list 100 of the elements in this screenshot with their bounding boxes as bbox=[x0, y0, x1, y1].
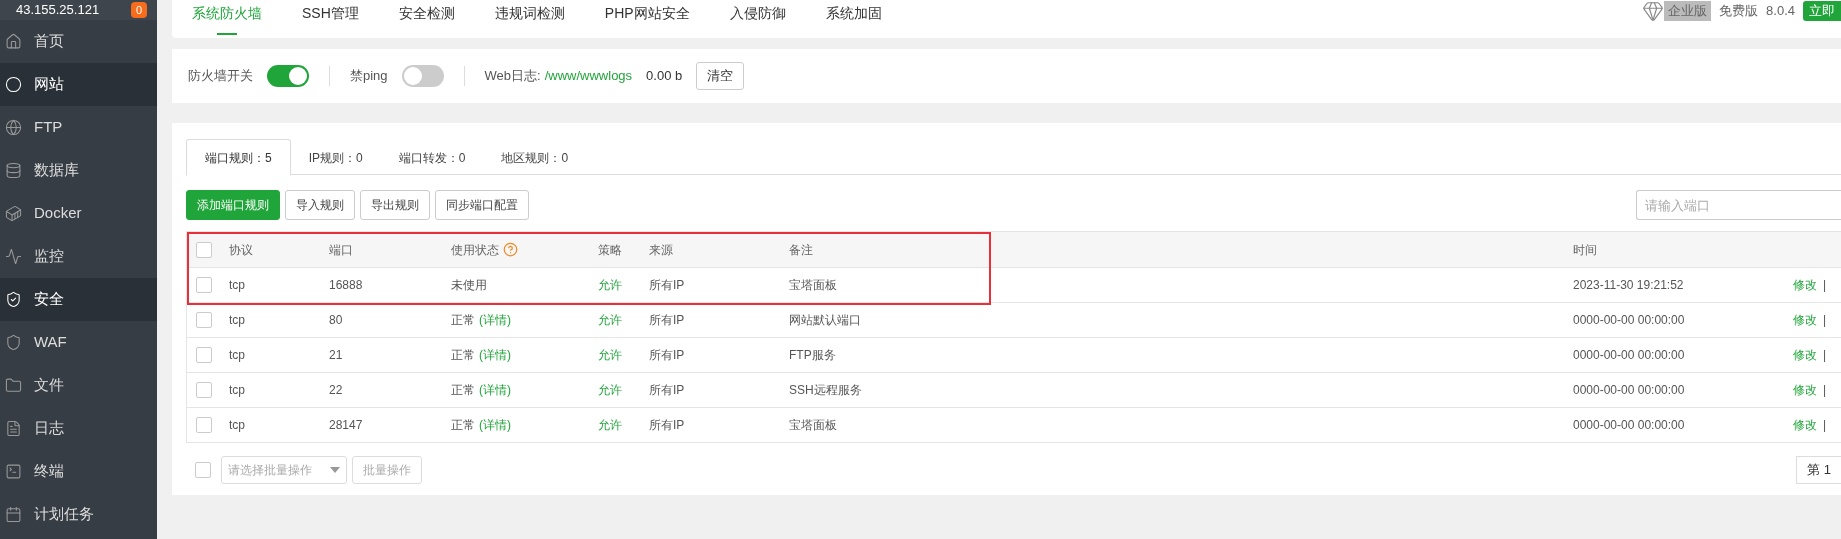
table-cell-text: 0000-00-00 00:00:00 bbox=[1573, 312, 1685, 329]
checkbox[interactable] bbox=[196, 417, 212, 433]
separator: | bbox=[1823, 382, 1827, 399]
activity-icon bbox=[5, 248, 22, 265]
table-cell-text: 未使用 bbox=[451, 277, 487, 294]
server-address: 43.155.25.121 bbox=[16, 1, 100, 20]
action-button[interactable]: 同步端口配置 bbox=[435, 190, 529, 220]
table-cell-text: 允许 bbox=[598, 312, 622, 329]
checkbox[interactable] bbox=[196, 347, 212, 363]
table-cell-text: 正常 bbox=[451, 312, 475, 329]
table-cell-text: 所有IP bbox=[649, 347, 685, 364]
table-cell-text: 允许 bbox=[598, 277, 622, 294]
table-cell-text: 允许 bbox=[598, 347, 622, 364]
sidebar-item[interactable]: 日志 bbox=[0, 407, 157, 450]
globe-icon bbox=[5, 119, 22, 136]
column-header: 时间 bbox=[1573, 241, 1597, 259]
table-cell-text: tcp bbox=[229, 312, 245, 329]
action-button[interactable]: 导出规则 bbox=[360, 190, 430, 220]
column-header: 备注 bbox=[789, 241, 813, 259]
table-cell-text: 正常 bbox=[451, 347, 475, 364]
top-tab[interactable]: 系统加固 bbox=[825, 0, 882, 38]
table-cell-text: 正常 bbox=[451, 417, 475, 434]
column-header: 来源 bbox=[649, 241, 673, 259]
notification-badge: 0 bbox=[130, 2, 147, 18]
document-icon bbox=[5, 420, 22, 437]
column-header: 端口 bbox=[329, 241, 353, 259]
terminal-icon bbox=[5, 463, 22, 480]
table-cell-text: 所有IP bbox=[649, 417, 685, 434]
web-log-size: 0.00 b bbox=[646, 67, 683, 86]
column-header: 协议 bbox=[229, 241, 253, 259]
table-cell-text: tcp bbox=[229, 347, 245, 364]
table-cell-text: SSH远程服务 bbox=[789, 382, 862, 399]
checkbox[interactable] bbox=[196, 277, 212, 293]
table-cell-text: 允许 bbox=[598, 382, 622, 399]
table-cell-text: 宝塔面板 bbox=[789, 277, 837, 294]
table-cell-text: 0000-00-00 00:00:00 bbox=[1573, 382, 1685, 399]
separator: | bbox=[1823, 347, 1827, 364]
home-icon bbox=[5, 33, 22, 50]
top-tab[interactable]: 入侵防御 bbox=[729, 0, 786, 38]
table-cell-text: 28147 bbox=[329, 417, 363, 434]
sidebar-item[interactable]: 数据库 bbox=[0, 149, 157, 192]
table-cell-text: 22 bbox=[329, 382, 343, 399]
sidebar-item[interactable]: 监控 bbox=[0, 235, 157, 278]
pagination-page[interactable]: 第 1 bbox=[1796, 456, 1841, 484]
rule-tab[interactable]: IP规则：0 bbox=[290, 139, 381, 176]
top-tab[interactable]: 安全检测 bbox=[398, 0, 455, 38]
checkbox[interactable] bbox=[195, 462, 211, 478]
table-cell-text: 网站默认端口 bbox=[789, 312, 861, 329]
calendar-icon bbox=[5, 506, 22, 523]
folder-icon bbox=[5, 377, 22, 394]
table-cell-text: 所有IP bbox=[649, 382, 685, 399]
rule-tab[interactable]: 端口转发：0 bbox=[380, 139, 484, 176]
toggle-switch[interactable] bbox=[401, 65, 444, 87]
table-cell-text: 宝塔面板 bbox=[789, 417, 837, 434]
checkbox[interactable] bbox=[196, 382, 212, 398]
checkbox[interactable] bbox=[196, 241, 212, 258]
database-icon bbox=[5, 162, 22, 179]
action-button[interactable]: 导入规则 bbox=[285, 190, 355, 220]
checkbox[interactable] bbox=[196, 312, 212, 328]
shield-check-icon bbox=[5, 291, 22, 308]
table-cell-text: 16888 bbox=[329, 277, 363, 294]
sidebar-item[interactable]: WAF bbox=[0, 321, 157, 364]
container-icon bbox=[5, 205, 22, 222]
sidebar-item[interactable]: FTP bbox=[0, 106, 157, 149]
sidebar-item[interactable]: 计划任务 bbox=[0, 493, 157, 536]
free-edition-label: 免费版 bbox=[1719, 2, 1759, 21]
column-header: 策略 bbox=[598, 241, 622, 259]
rule-tab[interactable]: 端口规则：5 bbox=[186, 139, 291, 176]
separator: | bbox=[1823, 277, 1827, 294]
sidebar-item[interactable]: 文件 bbox=[0, 364, 157, 407]
sidebar-item[interactable]: Docker bbox=[0, 192, 157, 235]
web-log-label: Web日志: bbox=[484, 67, 541, 86]
table-cell-text: tcp bbox=[229, 417, 245, 434]
table-cell-text: 2023-11-30 19:21:52 bbox=[1573, 277, 1684, 294]
table-cell-text: 0000-00-00 00:00:00 bbox=[1573, 347, 1685, 364]
firewall-switch-label: 防火墙开关 bbox=[188, 67, 253, 86]
sidebar-item[interactable]: 首页 bbox=[0, 20, 157, 63]
rule-tab[interactable]: 地区规则：0 bbox=[483, 139, 587, 176]
ping-switch-label: 禁ping bbox=[350, 67, 388, 86]
clear-button[interactable]: 清空 bbox=[696, 62, 745, 90]
sidebar-item[interactable]: 终端 bbox=[0, 450, 157, 493]
sidebar-item[interactable]: 网站 bbox=[0, 63, 157, 106]
table-cell-text: 所有IP bbox=[649, 312, 685, 329]
caret-icon bbox=[330, 467, 340, 473]
table-cell-text: 0000-00-00 00:00:00 bbox=[1573, 417, 1685, 434]
separator: | bbox=[1823, 417, 1827, 434]
table-cell-text: tcp bbox=[229, 277, 245, 294]
circle-icon bbox=[5, 76, 22, 93]
shield-icon bbox=[5, 334, 22, 351]
help-icon[interactable] bbox=[503, 242, 518, 257]
toggle-switch[interactable] bbox=[267, 65, 309, 87]
top-tab[interactable]: PHP网站安全 bbox=[604, 0, 690, 38]
diamond-icon bbox=[1642, 0, 1665, 22]
column-header: 使用状态 bbox=[451, 241, 499, 259]
search-field[interactable]: 请输入端口 bbox=[1636, 190, 1841, 220]
table-cell-text: 80 bbox=[329, 312, 343, 329]
table-cell-text: FTP服务 bbox=[789, 347, 836, 364]
top-tab[interactable]: 违规词检测 bbox=[494, 0, 565, 38]
top-tab[interactable]: SSH管理 bbox=[302, 0, 359, 38]
sidebar-item[interactable]: 安全 bbox=[0, 278, 157, 321]
